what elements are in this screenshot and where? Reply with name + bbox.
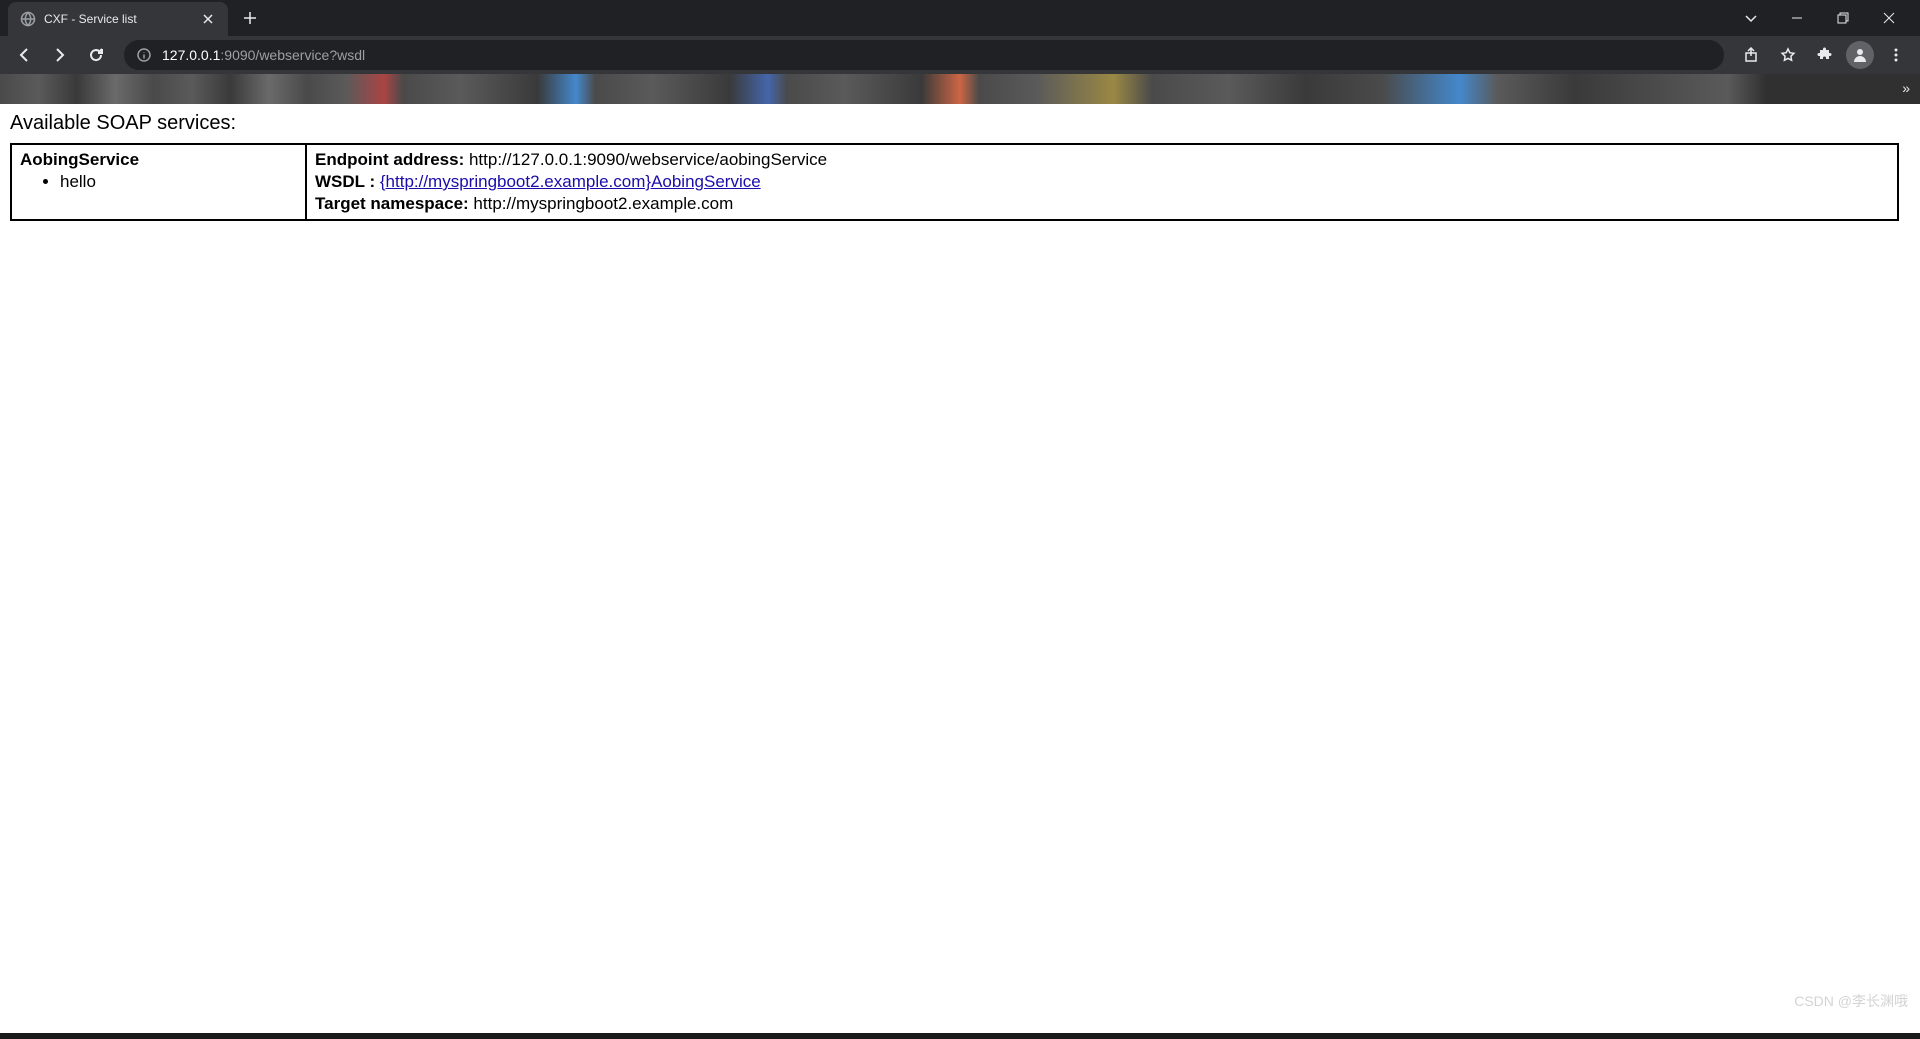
new-tab-button[interactable] (236, 4, 264, 32)
share-button[interactable] (1736, 39, 1768, 71)
tab-close-button[interactable] (200, 11, 216, 27)
wsdl-row: WSDL : {http://myspringboot2.example.com… (315, 171, 1889, 193)
window-controls (1728, 0, 1912, 36)
namespace-row: Target namespace: http://myspringboot2.e… (315, 193, 1889, 215)
reload-button[interactable] (80, 39, 112, 71)
wsdl-label: WSDL : (315, 172, 375, 191)
service-details-cell: Endpoint address: http://127.0.0.1:9090/… (306, 144, 1898, 220)
tab-search-button[interactable] (1728, 0, 1774, 36)
endpoint-label: Endpoint address: (315, 150, 464, 169)
page-heading: Available SOAP services: (8, 112, 1912, 135)
profile-button[interactable] (1844, 39, 1876, 71)
page-content: Available SOAP services: AobingService h… (0, 104, 1920, 229)
avatar-icon (1846, 41, 1874, 69)
forward-button[interactable] (44, 39, 76, 71)
menu-button[interactable] (1880, 39, 1912, 71)
extensions-button[interactable] (1808, 39, 1840, 71)
service-info-cell: AobingService hello (11, 144, 306, 220)
close-window-button[interactable] (1866, 0, 1912, 36)
globe-icon (20, 11, 36, 27)
bookmarks-bar[interactable]: » (0, 74, 1920, 104)
bookmarks-overflow-icon[interactable]: » (1902, 80, 1910, 96)
tab-bar: CXF - Service list (0, 0, 1920, 36)
url-text: 127.0.0.1:9090/webservice?wsdl (162, 47, 1712, 63)
namespace-label: Target namespace: (315, 194, 469, 213)
wsdl-link[interactable]: {http://myspringboot2.example.com}Aobing… (380, 172, 761, 191)
service-name: AobingService (20, 150, 139, 169)
minimize-button[interactable] (1774, 0, 1820, 36)
service-table: AobingService hello Endpoint address: ht… (10, 143, 1899, 221)
browser-toolbar: 127.0.0.1:9090/webservice?wsdl (0, 36, 1920, 74)
address-bar[interactable]: 127.0.0.1:9090/webservice?wsdl (124, 40, 1724, 70)
endpoint-value: http://127.0.0.1:9090/webservice/aobingS… (464, 150, 827, 169)
watermark-text: CSDN @李长渊哦 (1794, 991, 1908, 1011)
url-host: 127.0.0.1 (162, 47, 220, 63)
namespace-value: http://myspringboot2.example.com (469, 194, 734, 213)
service-method-item: hello (60, 171, 297, 193)
service-methods-list: hello (20, 171, 297, 193)
browser-tab[interactable]: CXF - Service list (8, 2, 228, 36)
url-path: :9090/webservice?wsdl (220, 47, 365, 63)
maximize-button[interactable] (1820, 0, 1866, 36)
site-info-icon[interactable] (136, 47, 152, 63)
endpoint-row: Endpoint address: http://127.0.0.1:9090/… (315, 149, 1889, 171)
tab-title: CXF - Service list (44, 12, 192, 26)
back-button[interactable] (8, 39, 40, 71)
taskbar (0, 1033, 1920, 1039)
service-row: AobingService hello Endpoint address: ht… (11, 144, 1898, 220)
bookmark-button[interactable] (1772, 39, 1804, 71)
